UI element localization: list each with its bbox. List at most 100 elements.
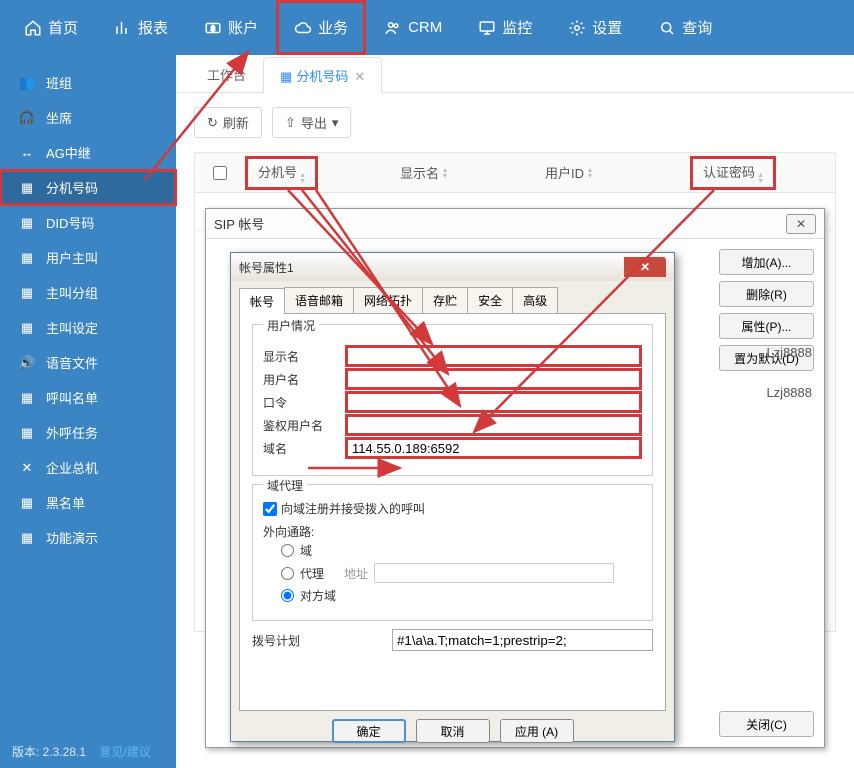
sidebar-label: 黑名单 [46, 493, 85, 512]
close-icon[interactable]: ✕ [354, 69, 365, 84]
sidebar-item-9[interactable]: ▦呼叫名单 [0, 380, 176, 415]
sidebar-item-7[interactable]: ▦ 主叫设定 [0, 310, 176, 345]
add-button[interactable]: 增加(A)... [719, 249, 814, 275]
tab-1[interactable]: ▦分机号码✕ [263, 57, 382, 93]
sidebar-label: 企业总机 [46, 458, 98, 477]
sidebar-item-11[interactable]: ✕企业总机 [0, 450, 176, 485]
toolbar: ↻刷新 ⇧导出▾ [176, 93, 854, 152]
chart-icon [114, 19, 132, 37]
close-icon[interactable]: ✕ [624, 257, 666, 277]
col-userid[interactable]: 用户ID ▴▾ [545, 163, 690, 182]
sidebar-item-1[interactable]: 🎧坐席 [0, 100, 176, 135]
radio-proxy[interactable] [281, 567, 294, 580]
radio-target[interactable] [281, 589, 294, 602]
topnav-cloud[interactable]: 业务 [276, 0, 366, 55]
auth-username-input[interactable] [345, 414, 642, 436]
radio-domain[interactable] [281, 544, 294, 557]
dialog-tabs: 帐号语音邮箱网络拓扑存贮安全高级 [239, 287, 666, 313]
refresh-label: 刷新 [223, 113, 249, 132]
dialog-tab-4[interactable]: 安全 [467, 287, 513, 313]
tab-0[interactable]: 工作台 [190, 56, 263, 92]
dialplan-label: 拨号计划 [252, 632, 392, 649]
label-pass: 口令 [263, 394, 345, 411]
sidebar-icon: ▦ [18, 390, 36, 406]
dialog-tab-5[interactable]: 高级 [512, 287, 558, 313]
topnav-gear[interactable]: 设置 [550, 0, 640, 55]
feedback-link[interactable]: 意见/建议 [99, 745, 150, 759]
close-button[interactable]: 关闭(C) [719, 711, 814, 737]
panel-side-buttons: 增加(A)... 删除(R) 属性(P)... 置为默认(D) 关闭(C) [719, 249, 814, 737]
sidebar-item-12[interactable]: ▦黑名单 [0, 485, 176, 520]
sidebar-label: 主叫设定 [46, 318, 98, 337]
password-input[interactable] [345, 391, 642, 413]
col-ext[interactable]: 分机号 ▴▾ [245, 156, 318, 190]
label-domain: 域名 [263, 440, 345, 457]
ok-button[interactable]: 确定 [332, 719, 406, 743]
username-input[interactable] [345, 368, 642, 390]
sidebar-item-8[interactable]: 🔊语音文件 [0, 345, 176, 380]
sort-icon: ▴▾ [443, 167, 447, 179]
sidebar-label: AG中继 [46, 143, 91, 162]
topnav-monitor[interactable]: 监控 [460, 0, 550, 55]
proxy-address-input[interactable] [374, 563, 614, 583]
display-name-input[interactable] [345, 345, 642, 367]
svg-text:$: $ [211, 24, 216, 33]
sidebar-item-0[interactable]: 👥班组 [0, 65, 176, 100]
register-checkbox[interactable] [263, 502, 277, 516]
delete-button[interactable]: 删除(R) [719, 281, 814, 307]
sidebar-icon: ▦ [18, 285, 36, 301]
dialog-tab-1[interactable]: 语音邮箱 [284, 287, 354, 313]
sidebar-icon: ▦ [18, 180, 36, 196]
dialplan-input[interactable] [392, 629, 653, 651]
topnav-search[interactable]: 查询 [640, 0, 730, 55]
sidebar-label: 语音文件 [46, 353, 98, 372]
topnav-people[interactable]: CRM [366, 0, 460, 55]
close-icon[interactable]: ✕ [786, 214, 816, 234]
topnav-label: 查询 [682, 17, 712, 38]
dialog-tab-0[interactable]: 帐号 [239, 288, 285, 314]
refresh-icon: ↻ [207, 115, 218, 131]
list-item[interactable]: Lzj8888 [766, 372, 812, 412]
label-auth: 鉴权用户名 [263, 417, 345, 434]
topnav-label: 账户 [228, 17, 258, 38]
dialog-titlebar[interactable]: 帐号属性1 ✕ [231, 253, 674, 281]
dialog-tab-2[interactable]: 网络拓扑 [353, 287, 423, 313]
money-icon: $ [204, 19, 222, 37]
col-authpass[interactable]: 认证密码 ▴▾ [690, 156, 776, 190]
dialog-tab-3[interactable]: 存贮 [422, 287, 468, 313]
select-all-checkbox[interactable] [213, 166, 227, 180]
sidebar-label: DID号码 [46, 213, 94, 232]
dialog-title: 帐号属性1 [239, 259, 294, 276]
sidebar-item-6[interactable]: ▦ 主叫分组 [0, 275, 176, 310]
sidebar-icon: ▦ [18, 320, 36, 336]
sidebar-item-5[interactable]: ▦用户主叫 [0, 240, 176, 275]
group-proxy-legend: 域代理 [263, 477, 307, 494]
register-label: 向域注册并接受拨入的呼叫 [281, 500, 425, 517]
topnav-chart[interactable]: 报表 [96, 0, 186, 55]
cancel-button[interactable]: 取消 [416, 719, 490, 743]
list-item[interactable]: Lzj8888 [766, 332, 812, 372]
sidebar-label: 主叫分组 [46, 283, 98, 302]
topnav-money[interactable]: $ 账户 [186, 0, 276, 55]
sidebar-item-10[interactable]: ▦外呼任务 [0, 415, 176, 450]
topnav-label: CRM [408, 19, 442, 36]
export-label: 导出 [301, 113, 327, 132]
sidebar-item-13[interactable]: ▦功能演示 [0, 520, 176, 555]
sidebar-item-3[interactable]: ▦ 分机号码 [0, 170, 176, 205]
domain-input[interactable] [345, 437, 642, 459]
sidebar-item-4[interactable]: ▦DID号码 [0, 205, 176, 240]
apply-button[interactable]: 应用 (A) [500, 719, 574, 743]
gear-icon [568, 19, 586, 37]
version-footer: 版本: 2.3.28.1 意见/建议 [12, 743, 151, 760]
refresh-button[interactable]: ↻ 刷新 [194, 107, 262, 138]
export-button[interactable]: ⇧导出▾ [272, 107, 351, 138]
version-text: 版本: 2.3.28.1 [12, 745, 86, 759]
topnav-label: 业务 [318, 17, 348, 38]
sidebar-item-2[interactable]: ↔AG中继 [0, 135, 176, 170]
col-display[interactable]: 显示名 ▴▾ [400, 163, 545, 182]
label-display: 显示名 [263, 348, 345, 365]
export-icon: ⇧ [285, 115, 296, 131]
sidebar-icon: 👥 [18, 75, 36, 91]
topnav-home[interactable]: 首页 [6, 0, 96, 55]
sidebar-label: 分机号码 [46, 178, 98, 197]
